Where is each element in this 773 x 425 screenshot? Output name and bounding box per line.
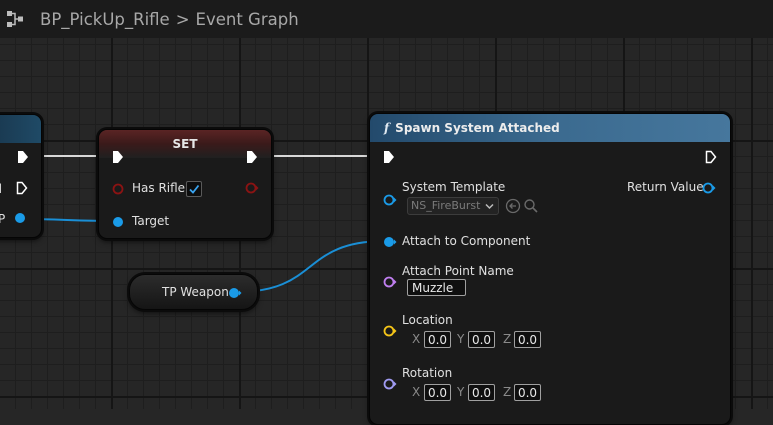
system-template-label: System Template <box>402 180 506 194</box>
location-in-pin[interactable] <box>383 325 397 337</box>
tp-weapon-label: TP Weapon <box>162 285 229 299</box>
partially-visible-node[interactable]: ed P <box>0 114 42 238</box>
attach-component-in-pin[interactable] <box>383 236 397 248</box>
spawn-node-title-text: Spawn System Attached <box>395 121 560 135</box>
has-rifle-label: Has Rifle <box>132 181 186 195</box>
has-rifle-checkbox[interactable] <box>186 181 202 197</box>
chevron-down-icon <box>485 203 494 210</box>
rotation-label: Rotation <box>402 366 453 380</box>
location-y-axis-label: Y <box>457 332 465 346</box>
target-label: Target <box>132 214 170 228</box>
return-value-out-pin[interactable] <box>702 182 716 194</box>
rotation-z-axis-label: Z <box>503 385 512 399</box>
tp-weapon-out-pin[interactable] <box>228 287 242 299</box>
exec-out-pin[interactable] <box>16 150 30 164</box>
location-x-axis-label: X <box>412 332 421 346</box>
object-out-pin[interactable] <box>14 212 26 224</box>
partial-exec-label: ed <box>0 182 2 196</box>
function-icon: f <box>384 121 390 135</box>
location-y-input[interactable]: 0.0 <box>468 331 495 348</box>
set-exec-in-pin[interactable] <box>111 150 125 164</box>
rotation-in-pin[interactable] <box>383 378 397 390</box>
system-template-value: NS_FireBurst <box>411 199 481 212</box>
location-label: Location <box>402 313 453 327</box>
system-template-in-pin[interactable] <box>383 194 397 206</box>
spawn-exec-out-pin[interactable] <box>704 150 718 164</box>
return-value-label: Return Value <box>627 180 704 194</box>
checkmark-icon <box>189 184 200 194</box>
search-icon[interactable] <box>523 198 539 214</box>
rotation-x-axis-label: X <box>412 385 421 399</box>
attach-component-label: Attach to Component <box>402 234 531 248</box>
spawn-node-title[interactable]: f Spawn System Attached <box>370 114 730 142</box>
partial-node-title[interactable] <box>0 115 41 143</box>
tp-weapon-variable-node[interactable]: TP Weapon <box>129 274 258 310</box>
set-exec-out-pin[interactable] <box>245 150 259 164</box>
location-z-input[interactable]: 0.0 <box>514 331 541 348</box>
spawn-exec-in-pin[interactable] <box>382 150 396 164</box>
has-rifle-in-pin[interactable] <box>112 183 124 195</box>
location-z-axis-label: Z <box>503 332 512 346</box>
attach-point-in-pin[interactable] <box>383 276 397 288</box>
rotation-z-input[interactable]: 0.0 <box>514 384 541 401</box>
object-wire-weapon-to-attach[interactable] <box>235 240 387 293</box>
rotation-y-input[interactable]: 0.0 <box>468 384 495 401</box>
rotation-y-axis-label: Y <box>457 385 465 399</box>
attach-point-label: Attach Point Name <box>402 264 514 278</box>
set-node[interactable]: SET Has Rifle Target <box>98 129 272 239</box>
spawn-system-attached-node[interactable]: f Spawn System Attached System Template … <box>369 113 731 425</box>
target-in-pin[interactable] <box>112 216 124 228</box>
attach-point-input[interactable]: Muzzle <box>407 279 466 296</box>
partial-object-label: P <box>0 212 6 226</box>
location-x-input[interactable]: 0.0 <box>424 331 451 348</box>
exec-out-pin-2[interactable] <box>15 181 29 195</box>
use-selected-asset-icon[interactable] <box>505 198 521 214</box>
rotation-x-input[interactable]: 0.0 <box>424 384 451 401</box>
system-template-dropdown[interactable]: NS_FireBurst <box>407 197 499 215</box>
has-rifle-out-pin[interactable] <box>245 182 259 194</box>
